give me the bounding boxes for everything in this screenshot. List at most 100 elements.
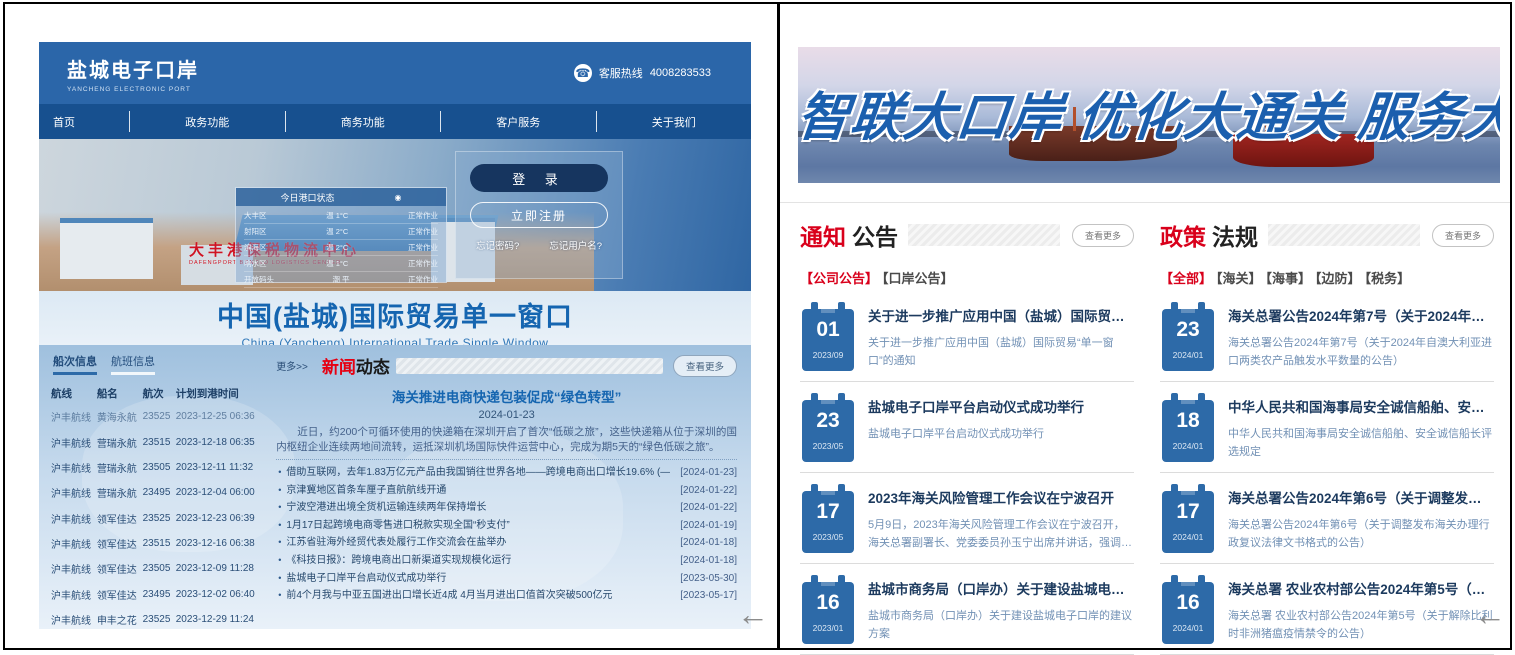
nav-item-1[interactable]: 政务功能 <box>130 104 285 139</box>
left-panel: 盐城电子口岸 YANCHENG ELECTRONIC PORT ☎ 客服热线 4… <box>5 4 780 648</box>
policy-entry[interactable]: 182024/01中华人民共和国海事局安全诚信船舶、安全诚信船长评选规定中华人民… <box>1160 382 1494 473</box>
notice-entry-text: 盐城市商务局（口岸办）关于建设盐城电子口岸的建议方案盐城市商务局（口岸办）关于建… <box>868 576 1134 644</box>
notices-list: 012023/09关于进一步推广应用中国（盐城）国际贸易“单一窗口”的通…关于进… <box>800 291 1134 655</box>
bullet-icon: • <box>278 499 281 517</box>
policy-filter-4[interactable]: 【税务】 <box>1365 271 1411 286</box>
notice-entry[interactable]: 172023/052023年海关风险管理工作会议在宁波召开5月9日，2023年海… <box>800 473 1134 564</box>
calendar-pin-icon <box>838 484 845 498</box>
schedule-cell: 2023-12-04 06:00 <box>174 480 260 505</box>
policy-entry-title[interactable]: 海关总署 农业农村部公告2024年第5号（关于解除比利时非… <box>1228 580 1494 600</box>
calendar-year-month: 2023/05 <box>802 441 854 451</box>
notice-entry-title[interactable]: 盐城电子口岸平台启动仪式成功举行 <box>868 398 1134 418</box>
schedule-cell: 沪丰航线 <box>49 607 95 632</box>
nav-item-0[interactable]: 首页 <box>39 104 129 139</box>
port-status-cell: 正常作业 <box>408 224 438 239</box>
forgot-username-link[interactable]: 忘记用户名? <box>549 238 602 252</box>
schedule-cell: 营瑞永航 <box>95 455 141 480</box>
news-title-black: 动态 <box>356 353 390 378</box>
calendar-pin-icon <box>1171 302 1178 316</box>
notice-filter-1[interactable]: 【口岸公告】 <box>882 271 954 286</box>
news-list-item[interactable]: •前4个月我与中亚五国进出口增长近4成 4月当月进出口值首次突破500亿元[20… <box>276 587 737 605</box>
register-button[interactable]: 立即注册 <box>470 202 608 228</box>
policies-header-bar <box>1268 224 1420 246</box>
news-list-item[interactable]: •盐城电子口岸平台启动仪式成功举行[2023-05-30] <box>276 570 737 588</box>
site-logo-en: YANCHENG ELECTRONIC PORT <box>67 86 199 93</box>
news-title-red: 新闻 <box>322 353 356 378</box>
hero-banner: 大丰港保税物流中心 DAFENGPORT BONDED LOGISTICS CE… <box>39 139 751 291</box>
schedule-cell: 营瑞永航 <box>95 429 141 454</box>
notice-entry[interactable]: 012023/09关于进一步推广应用中国（盐城）国际贸易“单一窗口”的通…关于进… <box>800 291 1134 382</box>
policy-filter-0[interactable]: 【全部】 <box>1160 271 1212 286</box>
table-row[interactable]: 沪丰航线领军佳达235252023-12-23 06:39 <box>49 506 260 531</box>
policy-entry-title[interactable]: 海关总署公告2024年第6号（关于调整发布海关办理行政复议… <box>1228 489 1494 509</box>
news-list-item[interactable]: •宁波空港进出境全货机运输连续两年保持增长[2024-01-22] <box>276 499 737 517</box>
notice-entry-title[interactable]: 盐城市商务局（口岸办）关于建设盐城电子口岸的建议方案 <box>868 580 1134 600</box>
schedule-more-link[interactable]: 更多>> <box>276 358 308 373</box>
policy-filter-3[interactable]: 【边防】 <box>1315 271 1361 286</box>
notice-filter-0[interactable]: 【公司公告】 <box>800 271 878 286</box>
policy-entry-title[interactable]: 中华人民共和国海事局安全诚信船舶、安全诚信船长评选规定 <box>1228 398 1494 418</box>
news-item-date: [2024-01-18] <box>680 552 737 570</box>
table-row[interactable]: 沪丰航线黄海永航235252023-12-25 06:36 <box>49 404 260 429</box>
notice-entry-title[interactable]: 关于进一步推广应用中国（盐城）国际贸易“单一窗口”的通… <box>868 307 1134 327</box>
schedule-cell: 23495 <box>141 480 174 505</box>
policy-entry-title[interactable]: 海关总署公告2024年第7号（关于2024年自澳大利亚进口两… <box>1228 307 1494 327</box>
port-status-cell: 开放码头 <box>244 272 274 287</box>
tab-flight-info[interactable]: 航班信息 <box>111 353 155 375</box>
policy-entry[interactable]: 162024/01海关总署 农业农村部公告2024年第5号（关于解除比利时非…海… <box>1160 564 1494 655</box>
port-status-cell: 正常作业 <box>408 272 438 287</box>
slogan-banner: 智联大口岸 优化大通关 服务大开放 <box>798 47 1500 183</box>
port-status-rows: 大丰区温 1°C正常作业射阳区温 2°C正常作业滨海区温 2°C正常作业响水区温… <box>236 206 446 290</box>
table-row[interactable]: 沪丰航线营瑞永航235152023-12-18 06:35 <box>49 429 260 454</box>
policy-entry[interactable]: 172024/01海关总署公告2024年第6号（关于调整发布海关办理行政复议…海… <box>1160 473 1494 564</box>
schedule-cell: 营瑞永航 <box>95 480 141 505</box>
table-row[interactable]: 沪丰航线营瑞永航234952023-12-04 06:00 <box>49 480 260 505</box>
nav-item-3[interactable]: 客户服务 <box>441 104 596 139</box>
tab-ship-info[interactable]: 船次信息 <box>53 353 97 375</box>
featured-news-body: 近日，约200个可循环使用的快递箱在深圳开启了首次“低碳之旅”，这些快递箱从位于… <box>276 425 737 460</box>
news-list-item[interactable]: •1月17日起跨境电商零售进口税款实现全国“秒支付”[2024-01-19] <box>276 517 737 535</box>
news-list-item[interactable]: •《科技日报》：跨境电商出口新渠道实现规模化运行[2024-01-18] <box>276 552 737 570</box>
notice-entry[interactable]: 232023/05盐城电子口岸平台启动仪式成功举行盐城电子口岸平台启动仪式成功举… <box>800 382 1134 473</box>
news-header-bar <box>396 358 663 374</box>
news-list-item[interactable]: •借助互联网，去年1.83万亿元产品由我国销往世界各地——跨境电商出口增长19.… <box>276 464 737 482</box>
notice-entry-title[interactable]: 2023年海关风险管理工作会议在宁波召开 <box>868 489 1134 509</box>
policy-filter-1[interactable]: 【海关】 <box>1216 271 1262 286</box>
table-row[interactable]: 沪丰航线营瑞永航235052023-12-11 11:32 <box>49 455 260 480</box>
featured-news-title[interactable]: 海关推进电商快递包装促成“绿色转型” <box>276 386 737 406</box>
port-status-cell: 温 1°C <box>326 208 348 223</box>
news-list-item[interactable]: •江苏省驻海外经贸代表处履行工作交流会在盐举办[2024-01-18] <box>276 534 737 552</box>
news-item-title: 盐城电子口岸平台启动仪式成功举行 <box>286 570 670 588</box>
portal-content: 船次信息航班信息 航线船名航次计划到港时间 沪丰航线黄海永航235252023-… <box>39 345 751 629</box>
status-expand-icon[interactable]: ◉ <box>395 193 402 202</box>
policy-entry[interactable]: 232024/01海关总署公告2024年第7号（关于2024年自澳大利亚进口两…… <box>1160 291 1494 382</box>
port-status-cell: 温 2°C <box>326 240 348 255</box>
calendar-pin-icon <box>1198 393 1205 407</box>
news-list-item[interactable]: •京津冀地区首条车厘子直航航线开通[2024-01-22] <box>276 482 737 500</box>
table-row[interactable]: 沪丰航线领军佳达235052023-12-09 11:28 <box>49 556 260 581</box>
calendar-year-month: 2024/01 <box>1162 441 1214 451</box>
nav-item-4[interactable]: 关于我们 <box>597 104 752 139</box>
back-arrow-icon[interactable]: ← <box>1474 598 1506 630</box>
forgot-password-link[interactable]: 忘记密码? <box>476 238 519 252</box>
notice-entry[interactable]: 162023/01盐城市商务局（口岸办）关于建设盐城电子口岸的建议方案盐城市商务… <box>800 564 1134 655</box>
schedule-cell: 沪丰航线 <box>49 404 95 429</box>
nav-item-2[interactable]: 商务功能 <box>286 104 441 139</box>
login-button[interactable]: 登 录 <box>470 164 608 192</box>
notices-more-button[interactable]: 查看更多 <box>1072 224 1134 247</box>
calendar-day: 01 <box>802 318 854 342</box>
table-row[interactable]: 沪丰航线领军佳达235152023-12-16 06:38 <box>49 531 260 556</box>
notices-title-black: 公告 <box>852 218 898 252</box>
bullet-icon: • <box>278 482 281 500</box>
table-row[interactable]: 沪丰航线领军佳达234952023-12-02 06:40 <box>49 582 260 607</box>
site-logo[interactable]: 盐城电子口岸 YANCHENG ELECTRONIC PORT <box>67 54 199 93</box>
news-more-button[interactable]: 查看更多 <box>673 355 737 377</box>
calendar-pin-icon <box>811 302 818 316</box>
news-item-title: 宁波空港进出境全货机运输连续两年保持增长 <box>286 499 670 517</box>
policies-more-button[interactable]: 查看更多 <box>1432 224 1494 247</box>
back-arrow-icon[interactable]: ← <box>737 598 769 630</box>
policy-filter-2[interactable]: 【海事】 <box>1266 271 1312 286</box>
site-header: 盐城电子口岸 YANCHENG ELECTRONIC PORT ☎ 客服热线 4… <box>39 42 751 104</box>
schedule-cell: 2023-12-18 06:35 <box>174 429 260 454</box>
table-row[interactable]: 沪丰航线申丰之花235252023-12-29 11:24 <box>49 607 260 632</box>
